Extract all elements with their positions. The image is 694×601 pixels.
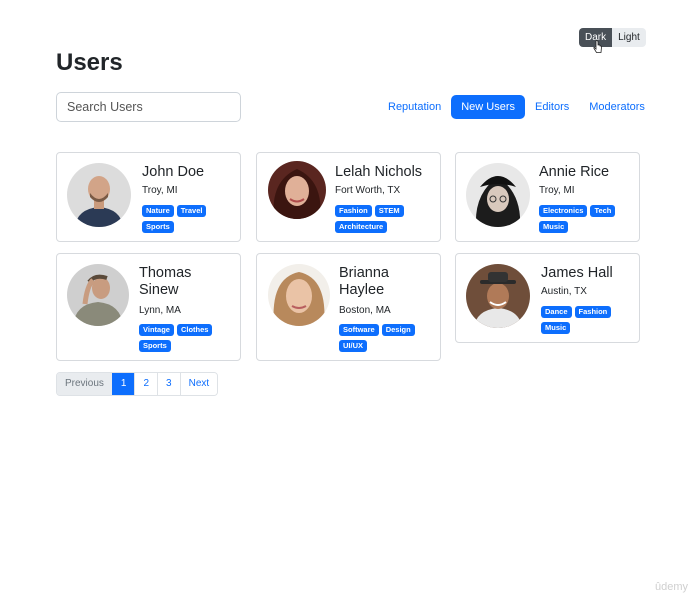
- tag-badge: Music: [541, 322, 571, 334]
- user-tags: Nature Travel Sports: [142, 205, 232, 233]
- user-name: John Doe: [142, 164, 205, 180]
- search-input[interactable]: [56, 92, 241, 122]
- next-page-button[interactable]: Next: [179, 373, 218, 395]
- tag-badge: Music: [539, 221, 569, 233]
- user-tags: Software Design UI/UX: [339, 324, 434, 352]
- page-2-button[interactable]: 2: [134, 373, 158, 395]
- user-card[interactable]: James Hall Austin, TX Dance Fashion Musi…: [455, 253, 640, 343]
- user-card[interactable]: Thomas Sinew Lynn, MA Vintage Clothes Sp…: [56, 253, 241, 361]
- tag-badge: Fashion: [574, 306, 612, 318]
- user-tags: Dance Fashion Music: [541, 306, 631, 334]
- avatar: [466, 163, 530, 227]
- user-location: Lynn, MA: [139, 305, 181, 316]
- light-theme-button[interactable]: Light: [612, 28, 646, 47]
- avatar: [466, 264, 530, 328]
- avatar: [67, 163, 131, 227]
- tag-badge: STEM: [374, 205, 404, 217]
- tag-badge: Tech: [590, 205, 616, 217]
- avatar: [268, 264, 330, 326]
- theme-toggle: Dark Light: [579, 28, 646, 47]
- tag-badge: Nature: [142, 205, 174, 217]
- user-name: Lelah Nichols: [335, 164, 423, 180]
- previous-page-button[interactable]: Previous: [57, 373, 112, 395]
- page-title: Users: [56, 49, 123, 76]
- user-name: Annie Rice: [539, 164, 610, 180]
- tag-badge: Clothes: [176, 324, 213, 336]
- pagination: Previous 1 2 3 Next: [56, 372, 219, 396]
- user-name: James Hall: [541, 265, 613, 281]
- tag-badge: Fashion: [335, 205, 372, 217]
- user-card[interactable]: Annie Rice Troy, MI Electronics Tech Mus…: [455, 152, 640, 242]
- user-card[interactable]: Brianna Haylee Boston, MA Software Desig…: [256, 253, 441, 361]
- user-location: Fort Worth, TX: [335, 185, 401, 196]
- user-card[interactable]: John Doe Troy, MI Nature Travel Sports: [56, 152, 241, 242]
- user-location: Troy, MI: [142, 185, 178, 196]
- tag-badge: Vintage: [139, 324, 174, 336]
- avatar: [268, 161, 326, 219]
- tag-badge: Architecture: [335, 221, 388, 233]
- user-card[interactable]: Lelah Nichols Fort Worth, TX Fashion STE…: [256, 152, 441, 242]
- mouse-cursor-icon: [593, 40, 602, 53]
- tab-new-users[interactable]: New Users: [451, 95, 526, 119]
- tag-badge: Sports: [139, 340, 171, 352]
- page-1-button[interactable]: 1: [111, 373, 135, 395]
- user-filter-tabs: Reputation New Users Editors Moderators: [382, 95, 651, 119]
- user-name: Brianna Haylee: [339, 265, 389, 298]
- avatar: [67, 264, 129, 326]
- tag-badge: Dance: [541, 306, 572, 318]
- user-tags: Vintage Clothes Sports: [139, 324, 234, 352]
- tag-badge: Design: [381, 324, 415, 336]
- page-3-button[interactable]: 3: [157, 373, 180, 395]
- user-location: Boston, MA: [339, 305, 391, 316]
- tag-badge: UI/UX: [339, 340, 368, 352]
- tab-moderators[interactable]: Moderators: [583, 95, 651, 119]
- watermark-logo: ûdemy: [654, 581, 688, 593]
- user-tags: Fashion STEM Architecture: [335, 205, 435, 233]
- user-name: Thomas Sinew: [139, 265, 192, 298]
- tab-reputation[interactable]: Reputation: [382, 95, 447, 119]
- user-location: Troy, MI: [539, 185, 575, 196]
- user-location: Austin, TX: [541, 286, 587, 297]
- tag-badge: Sports: [142, 221, 174, 233]
- tab-editors[interactable]: Editors: [529, 95, 575, 119]
- tag-badge: Electronics: [539, 205, 588, 217]
- tag-badge: Software: [339, 324, 379, 336]
- user-tags: Electronics Tech Music: [539, 205, 634, 233]
- tag-badge: Travel: [176, 205, 207, 217]
